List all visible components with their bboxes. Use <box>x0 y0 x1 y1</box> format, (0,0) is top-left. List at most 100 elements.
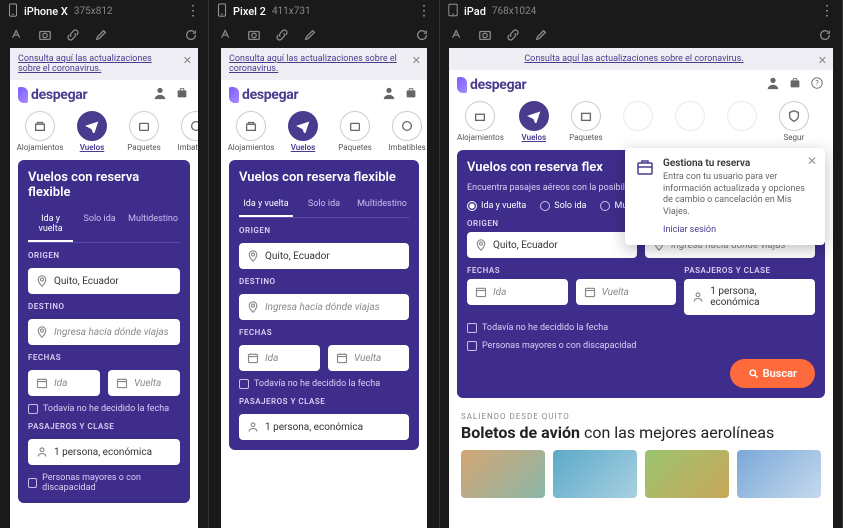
trip-tab-roundtrip[interactable]: Ida y vuelta <box>239 193 293 217</box>
origin-input[interactable]: Quito, Ecuador <box>239 243 409 269</box>
device-dimensions: 411x731 <box>272 6 311 17</box>
covid-banner-link[interactable]: Consulta aquí las actualizaciones sobre … <box>18 54 152 74</box>
tab-vuelos[interactable]: Vuelos <box>512 101 556 142</box>
date-depart-input[interactable]: Ida <box>28 370 100 396</box>
no-date-checkbox[interactable]: Todavía no he decidido la fecha <box>239 379 409 389</box>
disability-checkbox[interactable]: Personas mayores o con discapacidad <box>28 473 180 493</box>
screenshot-icon[interactable] <box>247 28 261 42</box>
destination-input[interactable]: Ingresa hacia dónde viajas <box>28 319 180 345</box>
link-icon[interactable] <box>275 28 289 42</box>
origin-input[interactable]: Quito, Ecuador <box>467 232 637 258</box>
trip-tab-multi[interactable]: Multidestino <box>355 193 409 217</box>
origin-label: ORIGEN <box>239 226 409 235</box>
screenshot-icon[interactable] <box>38 28 52 42</box>
date-return-input[interactable]: Vuelta <box>108 370 180 396</box>
brand-logo[interactable]: despegar <box>18 87 87 103</box>
tab-paquetes[interactable]: Paquetes <box>564 101 608 142</box>
close-icon[interactable]: ✕ <box>183 54 192 67</box>
search-panel: Vuelos con reserva flexible Ida y vuelta… <box>229 160 419 450</box>
tablet-icon <box>448 3 458 20</box>
trip-radio-oneway[interactable]: Solo ida <box>540 201 586 211</box>
destination-tile[interactable] <box>645 450 729 498</box>
destination-tile[interactable] <box>461 450 545 498</box>
device-menu-button[interactable]: ⋮ <box>186 3 200 19</box>
close-icon[interactable]: ✕ <box>807 154 817 168</box>
device-name: Pixel 2 <box>233 5 266 18</box>
search-button[interactable]: Buscar <box>730 359 815 388</box>
brand-logo[interactable]: despegar <box>229 87 298 103</box>
suitcase-icon[interactable] <box>403 86 419 103</box>
destination-tile[interactable] <box>553 450 637 498</box>
dates-label: FECHAS <box>239 328 409 337</box>
brand-name: despegar <box>470 77 526 93</box>
disability-checkbox[interactable]: Personas mayores o con discapacidad <box>467 341 815 351</box>
user-icon[interactable] <box>765 76 781 93</box>
brand-name: despegar <box>31 87 87 103</box>
device-menu-button[interactable]: ⋮ <box>417 3 431 19</box>
brand-logo[interactable]: despegar <box>457 77 526 93</box>
section-headline: Boletos de avión con las mejores aerolín… <box>461 423 821 442</box>
phone-icon <box>217 3 227 20</box>
close-icon[interactable]: ✕ <box>412 54 421 67</box>
help-icon[interactable]: ? <box>809 76 825 93</box>
trip-tab-oneway[interactable]: Solo ida <box>77 208 122 242</box>
tab-paquetes[interactable]: Paquetes <box>122 111 166 152</box>
device-menu-button[interactable]: ⋮ <box>820 3 834 19</box>
brand-name: despegar <box>242 87 298 103</box>
tab-vuelos[interactable]: Vuelos <box>70 111 114 152</box>
user-icon[interactable] <box>152 86 168 103</box>
passengers-label: PASAJEROS Y CLASE <box>28 422 180 431</box>
device-dimensions: 375x812 <box>74 6 113 17</box>
covid-banner-link[interactable]: Consulta aquí las actualizaciones sobre … <box>524 54 743 64</box>
edit-icon[interactable] <box>94 28 108 42</box>
date-depart-input[interactable]: Ida <box>239 345 320 371</box>
dates-label: FECHAS <box>28 353 180 362</box>
inspect-icon[interactable] <box>10 28 24 42</box>
search-panel: Vuelos con reserva flexible Ida y vuelta… <box>18 160 190 503</box>
passengers-input[interactable]: 1 persona, económica <box>684 279 815 315</box>
tab-hidden[interactable] <box>720 101 764 142</box>
inspect-icon[interactable] <box>450 28 464 42</box>
no-date-checkbox[interactable]: Todavía no he decidido la fecha <box>467 323 815 333</box>
tooltip-login-link[interactable]: Iniciar sesión <box>663 225 815 235</box>
covid-banner-link[interactable]: Consulta aquí las actualizaciones sobre … <box>229 54 397 74</box>
tab-imbatibles[interactable]: Imbatibles <box>385 111 427 152</box>
screenshot-icon[interactable] <box>478 28 492 42</box>
suitcase-icon[interactable] <box>787 76 803 93</box>
tab-seguros[interactable]: Segur <box>772 101 816 142</box>
trip-tab-oneway[interactable]: Solo ida <box>297 193 351 217</box>
tab-alojamientos[interactable]: Alojamientos <box>457 101 504 142</box>
tab-alojamientos[interactable]: Alojamientos <box>18 111 62 152</box>
refresh-icon[interactable] <box>415 28 429 42</box>
no-date-checkbox[interactable]: Todavía no he decidido la fecha <box>28 404 180 414</box>
edit-icon[interactable] <box>534 28 548 42</box>
tab-imbatibles[interactable]: Imbatibles <box>174 111 198 152</box>
suitcase-icon[interactable] <box>174 86 190 103</box>
trip-tab-multi[interactable]: Multidestino <box>126 208 180 242</box>
destination-input[interactable]: Ingresa hacia dónde viajas <box>239 294 409 320</box>
tab-hidden[interactable] <box>668 101 712 142</box>
edit-icon[interactable] <box>303 28 317 42</box>
destination-tile[interactable] <box>737 450 821 498</box>
link-icon[interactable] <box>506 28 520 42</box>
link-icon[interactable] <box>66 28 80 42</box>
trip-tab-roundtrip[interactable]: Ida y vuelta <box>28 208 73 242</box>
tab-hidden[interactable] <box>616 101 660 142</box>
phone-icon <box>8 3 18 20</box>
refresh-icon[interactable] <box>184 28 198 42</box>
tab-vuelos[interactable]: Vuelos <box>281 111 325 152</box>
covid-banner: Consulta aquí las actualizaciones sobre … <box>10 48 198 80</box>
date-return-input[interactable]: Vuelta <box>576 279 677 305</box>
trip-radio-roundtrip[interactable]: Ida y vuelta <box>467 201 526 211</box>
refresh-icon[interactable] <box>818 28 832 42</box>
tab-alojamientos[interactable]: Alojamientos <box>229 111 273 152</box>
close-icon[interactable]: ✕ <box>818 54 827 67</box>
tab-paquetes[interactable]: Paquetes <box>333 111 377 152</box>
user-icon[interactable] <box>381 86 397 103</box>
passengers-input[interactable]: 1 persona, económica <box>28 439 180 465</box>
inspect-icon[interactable] <box>219 28 233 42</box>
passengers-input[interactable]: 1 persona, económica <box>239 414 409 440</box>
date-return-input[interactable]: Vuelta <box>328 345 409 371</box>
date-depart-input[interactable]: Ida <box>467 279 568 305</box>
origin-input[interactable]: Quito, Ecuador <box>28 268 180 294</box>
